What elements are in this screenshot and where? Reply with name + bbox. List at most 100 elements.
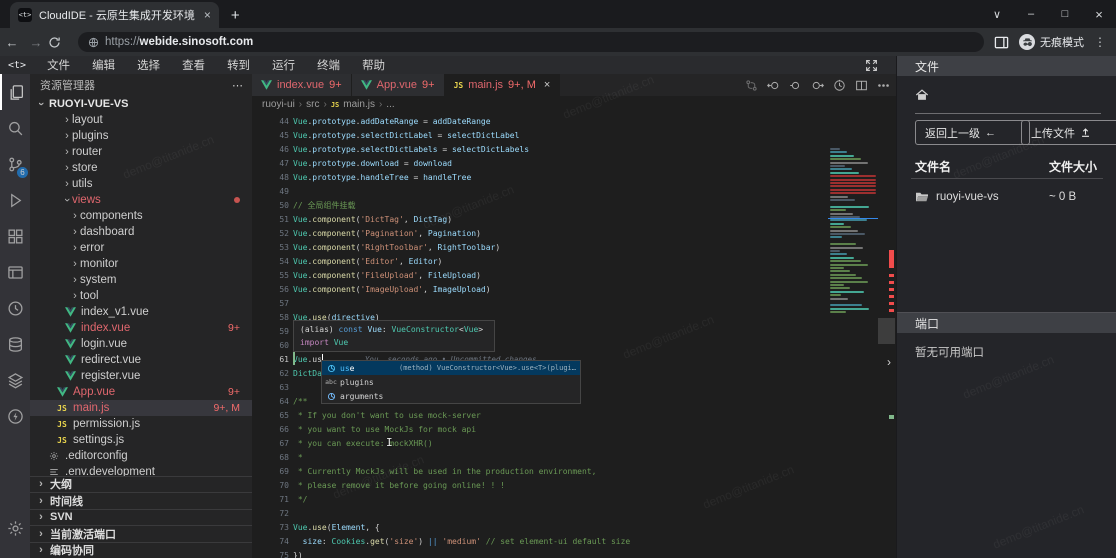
line-number: 67 — [252, 439, 289, 448]
side-panel-icon[interactable] — [994, 35, 1009, 50]
back-parent-button[interactable]: 返回上一级 ← — [915, 120, 1030, 145]
section-SVN[interactable]: ›SVN — [30, 509, 252, 526]
layers-icon[interactable] — [0, 362, 30, 398]
tree-item-error[interactable]: ›error — [30, 240, 252, 256]
tree-item-permission.js[interactable]: JSpermission.js — [30, 416, 252, 432]
section-当前激活端口[interactable]: ›当前激活端口 — [30, 525, 252, 542]
explorer-icon[interactable] — [0, 74, 30, 110]
more-actions-icon[interactable] — [877, 79, 890, 92]
tab-App.vue[interactable]: App.vue9+ — [352, 74, 445, 96]
chevron-down-icon[interactable]: ∨ — [980, 8, 1014, 21]
section-大纲[interactable]: ›大纲 — [30, 476, 252, 493]
sidebar-more-icon[interactable]: ⋯ — [232, 79, 244, 92]
tree-item-tool[interactable]: ›tool — [30, 288, 252, 304]
git-badge: 9+ — [228, 322, 240, 334]
panel-expand-icon[interactable]: › — [882, 354, 896, 370]
section-时间线[interactable]: ›时间线 — [30, 492, 252, 509]
tree-item-views[interactable]: ›views — [30, 192, 252, 208]
tab-main.js[interactable]: JSmain.js9+, M× — [445, 74, 561, 96]
tree-item-utils[interactable]: ›utils — [30, 176, 252, 192]
line-number: 45 — [252, 131, 289, 140]
home-icon[interactable] — [915, 88, 929, 102]
compare-icon[interactable] — [745, 79, 758, 92]
tree-item-store[interactable]: ›store — [30, 160, 252, 176]
tree-item-router[interactable]: ›router — [30, 144, 252, 160]
extensions-icon[interactable] — [0, 218, 30, 254]
tree-item-index.vue[interactable]: index.vue9+ — [30, 320, 252, 336]
forward-icon[interactable]: → — [24, 35, 48, 50]
git-badge: 9+, M — [213, 402, 240, 414]
tree-item-login.vue[interactable]: login.vue — [30, 336, 252, 352]
tree-item-settings.js[interactable]: JSsettings.js — [30, 432, 252, 448]
search-icon[interactable] — [0, 110, 30, 146]
history-icon[interactable] — [0, 290, 30, 326]
tree-item-main.js[interactable]: JSmain.js9+, M — [30, 400, 252, 416]
close-icon[interactable]: × — [1082, 7, 1116, 22]
tree-item-App.vue[interactable]: App.vue9+ — [30, 384, 252, 400]
database-icon[interactable] — [0, 326, 30, 362]
tree-item-components[interactable]: ›components — [30, 208, 252, 224]
run-debug-icon[interactable] — [0, 182, 30, 218]
tab-index.vue[interactable]: index.vue9+ — [252, 74, 352, 96]
minimap-line — [830, 270, 850, 272]
reload-icon[interactable] — [48, 36, 72, 49]
breadcrumb-separator: › — [299, 99, 302, 110]
section-编码协同[interactable]: ›编码协同 — [30, 542, 252, 558]
breadcrumb-item-ruoyi-ui[interactable]: ruoyi-ui — [262, 99, 295, 110]
tree-item-dashboard[interactable]: ›dashboard — [30, 224, 252, 240]
breadcrumb-item-src[interactable]: src — [306, 99, 319, 110]
run-history-icon[interactable] — [833, 79, 846, 92]
menu-item-编辑[interactable]: 编辑 — [81, 57, 126, 73]
suggestion-plugins[interactable]: abcplugins — [322, 375, 580, 389]
tree-root[interactable]: › RUOYI-VUE-VS — [30, 96, 252, 112]
tree-item-system[interactable]: ›system — [30, 272, 252, 288]
minimap[interactable] — [828, 148, 878, 358]
tree-item-index_v1.vue[interactable]: index_v1.vue — [30, 304, 252, 320]
tree-item-register.vue[interactable]: register.vue — [30, 368, 252, 384]
browser-tab[interactable]: <t> CloudIDE - 云原生集成开发环境 × — [10, 2, 219, 28]
menu-item-文件[interactable]: 文件 — [36, 57, 81, 73]
source-control-icon[interactable]: 6 — [0, 146, 30, 182]
kebab-menu-icon[interactable]: ⋮ — [1094, 35, 1106, 49]
ports-section-header[interactable]: 端口 — [897, 312, 1116, 333]
menu-item-选择[interactable]: 选择 — [126, 57, 171, 73]
tree-item-.editorconfig[interactable]: .editorconfig — [30, 448, 252, 464]
split-editor-icon[interactable] — [855, 79, 868, 92]
back-icon[interactable]: ← — [0, 35, 24, 50]
code-editor[interactable]: › (alias) const Vue: VueConstructor<Vue>… — [252, 112, 896, 558]
breadcrumb[interactable]: ruoyi-ui›src›JSmain.js›... — [252, 96, 896, 112]
suggestion-use[interactable]: use(method) VueConstructor<Vue>.use<T>(p… — [322, 361, 580, 375]
breadcrumb-item-...[interactable]: ... — [386, 99, 394, 110]
breadcrumb-item-main.js[interactable]: main.js — [343, 99, 375, 110]
menu-item-转到[interactable]: 转到 — [216, 57, 261, 73]
suggestion-arguments[interactable]: arguments — [322, 389, 580, 403]
deploy-icon[interactable] — [0, 398, 30, 434]
nav-forward-icon[interactable] — [811, 79, 824, 92]
file-panel-header[interactable]: 文件 — [897, 56, 1116, 76]
url-bar[interactable]: https://webide.sinosoft.com — [78, 32, 984, 52]
tree-item-redirect.vue[interactable]: redirect.vue — [30, 352, 252, 368]
menu-item-帮助[interactable]: 帮助 — [351, 57, 396, 73]
tab-close-icon[interactable]: × — [544, 79, 550, 91]
preview-icon[interactable] — [0, 254, 30, 290]
tree-item-monitor[interactable]: ›monitor — [30, 256, 252, 272]
fullscreen-icon[interactable] — [865, 59, 878, 72]
menu-item-终端[interactable]: 终端 — [306, 57, 351, 73]
upload-file-button[interactable]: 上传文件 — [1021, 120, 1116, 145]
config-file-icon — [48, 450, 60, 462]
tree-item-layout[interactable]: ›layout — [30, 112, 252, 128]
nav-back-icon[interactable] — [767, 79, 780, 92]
tab-close-icon[interactable]: × — [204, 8, 211, 22]
menu-item-查看[interactable]: 查看 — [171, 57, 216, 73]
minimize-icon[interactable]: – — [1014, 8, 1048, 20]
new-tab-icon[interactable]: + — [231, 7, 240, 24]
editor-scrollbar[interactable] — [878, 318, 895, 344]
tree-item-plugins[interactable]: ›plugins — [30, 128, 252, 144]
menu-item-运行[interactable]: 运行 — [261, 57, 306, 73]
maximize-icon[interactable]: □ — [1048, 8, 1082, 20]
settings-icon[interactable] — [0, 510, 30, 546]
nav-circle-icon[interactable] — [789, 79, 802, 92]
minimap-line — [830, 155, 854, 157]
menu-items: 文件编辑选择查看转到运行终端帮助 — [36, 57, 396, 73]
file-row[interactable]: ruoyi-vue-vs — [915, 188, 1105, 206]
